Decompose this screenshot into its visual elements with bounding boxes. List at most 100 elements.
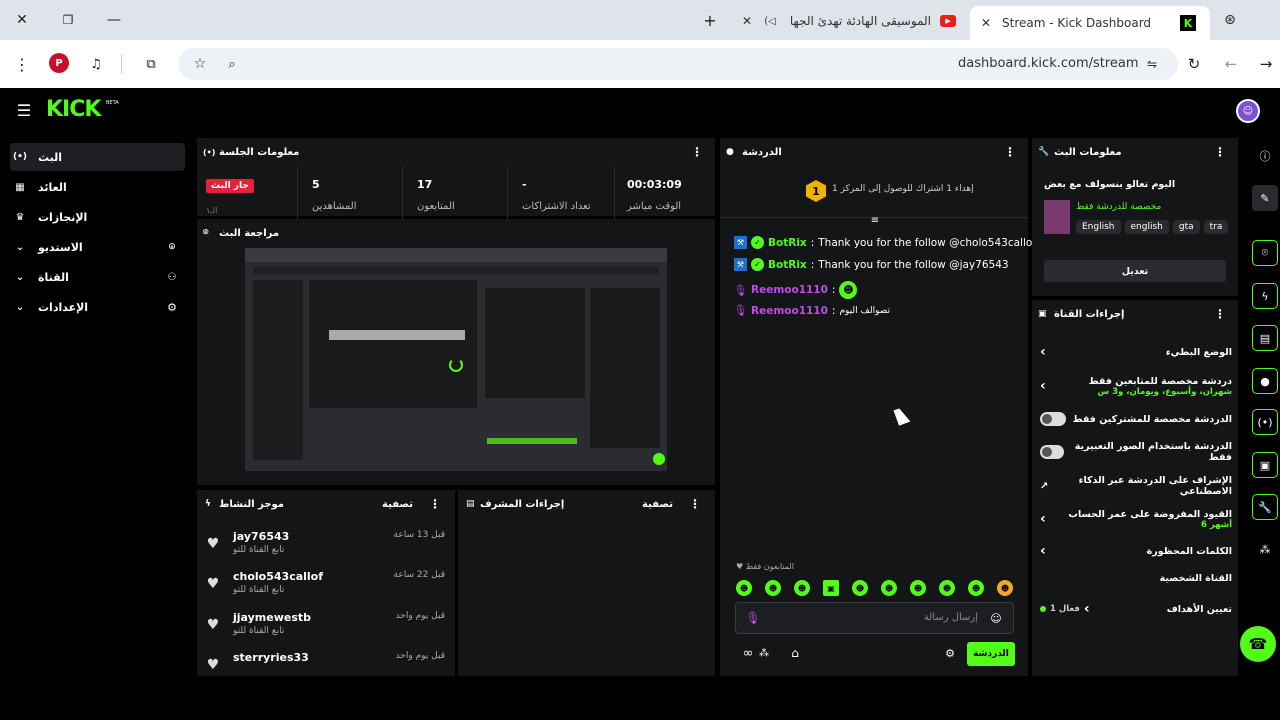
more-icon[interactable]: ⋮ xyxy=(1004,145,1016,159)
section-label: القناة الشخصية xyxy=(1159,573,1232,584)
stat-value: 00:03:09 xyxy=(627,178,682,191)
emote-icon[interactable]: ☻ xyxy=(939,580,955,596)
support-headset-icon[interactable]: ☎ xyxy=(1240,626,1276,662)
infinity-icon[interactable]: ∞ xyxy=(739,645,757,661)
shapes-icon[interactable]: ⁂ xyxy=(757,645,771,661)
more-icon[interactable]: ⋮ xyxy=(429,497,441,511)
rail-document-icon[interactable]: ▤ xyxy=(1252,325,1278,351)
minimize-window-icon[interactable]: — xyxy=(104,10,124,30)
banned-words-row[interactable]: الكلمات المحظورة › xyxy=(1040,543,1232,559)
back-icon[interactable]: → xyxy=(1256,54,1276,74)
sidebar-item-achievements[interactable]: ♛ الإنجازات xyxy=(10,203,185,231)
shapes-icon[interactable]: ⁂ xyxy=(1256,540,1274,558)
live-badge: جار البث xyxy=(206,179,254,193)
chat-input[interactable]: 🎙 إرسال رسالة ☺ xyxy=(735,602,1014,634)
live-sub: الـ۱ xyxy=(206,206,218,215)
profile-avatar[interactable]: P xyxy=(49,53,69,73)
close-tab-icon[interactable]: ✕ xyxy=(978,16,994,30)
url-text[interactable]: dashboard.kick.com/stream xyxy=(958,56,1139,71)
emote-icon[interactable]: ▣ xyxy=(823,580,839,596)
address-bar[interactable]: ☆ ⌕ dashboard.kick.com/stream ⇋ xyxy=(178,48,1178,80)
forward-icon[interactable]: ← xyxy=(1221,54,1241,74)
sidebar-item-stream[interactable]: (•) البث xyxy=(10,143,185,171)
ai-moderation-row[interactable]: الإشراف على الدردشة عبر الذكاء الاصطناعي… xyxy=(1040,475,1232,497)
sidebar-item-revenue[interactable]: ▦ العائد xyxy=(10,173,185,201)
bookmark-star-icon[interactable]: ☆ xyxy=(190,54,210,74)
emote-icon[interactable]: ☻ xyxy=(765,580,781,596)
stat-value: 17 xyxy=(417,178,433,191)
hamburger-icon[interactable]: ☰ xyxy=(14,100,34,120)
emote-icon[interactable]: ☻ xyxy=(997,580,1013,596)
rail-chat-icon[interactable]: ● xyxy=(1252,368,1278,394)
emote-icon[interactable]: ☻ xyxy=(736,580,752,596)
sidebar-item-studio[interactable]: ⌄ الاستديو ⌾ xyxy=(10,233,185,261)
slow-mode-row[interactable]: الوضع البطيء › xyxy=(1040,344,1232,360)
pin-toggle-icon[interactable]: ≡ xyxy=(868,214,882,226)
more-icon[interactable]: ⋮ xyxy=(1214,145,1226,159)
filter-button[interactable]: تصفية xyxy=(642,499,673,510)
rail-broadcast-icon[interactable]: (•) xyxy=(1252,409,1278,435)
emoji-picker-icon[interactable]: ☺ xyxy=(988,610,1004,626)
info-icon[interactable]: ⓘ xyxy=(1256,147,1274,165)
kick-logo[interactable]: KICK xyxy=(46,97,101,122)
rail-wrench-icon[interactable]: 🔧 xyxy=(1252,494,1278,520)
emote-only-toggle[interactable] xyxy=(1040,445,1064,459)
sidebar-item-channel[interactable]: ⌄ القناة ⚇ xyxy=(10,263,185,291)
chevron-down-icon: ⌄ xyxy=(15,271,25,283)
panel-title: إجراءات المشرف xyxy=(480,498,565,510)
rail-channel-icon[interactable]: ▣ xyxy=(1252,452,1278,478)
channel-icon: ▣ xyxy=(1038,309,1047,319)
category-name[interactable]: مخصصة للدردشة فقط xyxy=(1076,202,1161,212)
send-chat-button[interactable]: الدردشة xyxy=(967,642,1015,666)
document-icon: ▤ xyxy=(466,499,475,509)
account-age-row[interactable]: القيود المفروضة على عمر الحساب أشهر 6 › xyxy=(1040,505,1232,533)
close-window-icon[interactable]: ✕ xyxy=(12,10,32,30)
more-icon[interactable]: ⋮ xyxy=(689,497,701,511)
emote-icon[interactable]: ☻ xyxy=(881,580,897,596)
store-icon[interactable]: ⌂ xyxy=(786,645,804,661)
extensions-icon[interactable]: ⧉ xyxy=(141,54,161,74)
search-icon[interactable]: ⌕ xyxy=(222,54,242,74)
chat-username[interactable]: BotRix xyxy=(768,237,807,249)
chat-username[interactable]: BotRix xyxy=(768,259,807,271)
rail-bolt-icon[interactable]: ϟ xyxy=(1252,283,1278,309)
chat-username[interactable]: Reemoo1110 xyxy=(751,284,828,296)
reload-icon[interactable]: ↻ xyxy=(1184,54,1204,74)
chat-settings-icon[interactable]: ⚙ xyxy=(941,645,959,661)
tag[interactable]: gta xyxy=(1172,220,1200,234)
menu-dots-icon[interactable]: ⋮ xyxy=(12,54,32,74)
chatgpt-icon[interactable]: ⊛ xyxy=(1220,10,1240,30)
edit-stream-button[interactable]: تعديل xyxy=(1044,260,1226,282)
tag[interactable]: English xyxy=(1076,220,1121,234)
user-avatar[interactable]: ☺ xyxy=(1236,99,1260,123)
site-settings-icon[interactable]: ⇋ xyxy=(1142,54,1162,74)
rail-preview-icon[interactable]: ⌾ xyxy=(1252,240,1278,266)
emote-icon[interactable]: ☻ xyxy=(968,580,984,596)
tag[interactable]: tra xyxy=(1203,220,1229,234)
restore-window-icon[interactable]: ❐ xyxy=(58,10,78,30)
set-goals-row[interactable]: تعيين الأهداف › فعال 1 xyxy=(1040,601,1232,617)
filter-button[interactable]: تصفية xyxy=(382,499,413,510)
close-tab-icon[interactable]: ✕ xyxy=(739,14,755,28)
chevron-right-icon: › xyxy=(1040,344,1046,360)
chat-text: Thank you for the follow @jay76543 xyxy=(818,258,1009,271)
emote-icon[interactable]: ☻ xyxy=(910,580,926,596)
followers-only-row[interactable]: دردشة مخصصة للمتابعين فقط شهران، وأسبوع،… xyxy=(1040,372,1232,400)
stream-preview-video[interactable] xyxy=(245,248,667,471)
edit-layout-icon[interactable]: ✎ xyxy=(1252,185,1278,211)
panel-header: ϟ موجز النشاط تصفية ⋮ xyxy=(197,490,455,518)
subscribers-only-toggle[interactable] xyxy=(1040,412,1066,426)
more-icon[interactable]: ⋮ xyxy=(1214,307,1226,321)
tab-music[interactable]: ✕ ◁) الموسيقى الهادئة تهدئ الجها ▶ xyxy=(735,6,960,36)
chevron-right-icon: › xyxy=(1040,511,1046,527)
media-control-icon[interactable]: ♫ xyxy=(86,54,106,74)
new-tab-icon[interactable]: + xyxy=(700,10,720,30)
emote-icon[interactable]: ☻ xyxy=(794,580,810,596)
sidebar-item-settings[interactable]: ⌄ الإعدادات ⚙ xyxy=(10,293,185,321)
emote-icon[interactable]: ☻ xyxy=(852,580,868,596)
more-icon[interactable]: ⋮ xyxy=(691,145,703,159)
sidebar-item-label: الاستديو xyxy=(38,240,83,254)
chat-username[interactable]: Reemoo1110 xyxy=(751,305,828,317)
tag[interactable]: english xyxy=(1124,220,1169,234)
tab-kick-dashboard[interactable]: ✕ Stream - Kick Dashboard K xyxy=(970,6,1210,40)
